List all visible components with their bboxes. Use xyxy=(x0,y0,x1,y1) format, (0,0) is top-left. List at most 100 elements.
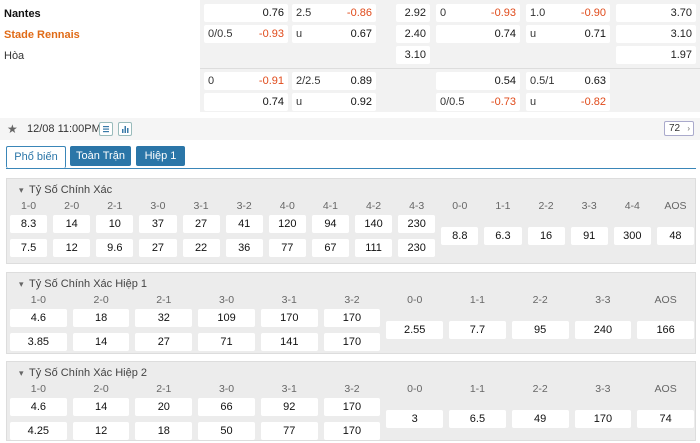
score-odds-cell[interactable]: 3.85 xyxy=(10,333,67,351)
score-odds-cell[interactable]: 18 xyxy=(72,309,130,327)
section-title[interactable]: ▾ Tỷ Số Chính Xác Hiệp 2 xyxy=(19,367,147,380)
score-odds-cell[interactable]: 4.25 xyxy=(10,422,67,440)
odds-cell[interactable]: u 0.92 xyxy=(292,93,376,111)
score-odds-cell[interactable]: 8.3 xyxy=(10,215,48,233)
score-odds-cell[interactable]: 230 xyxy=(398,215,436,233)
score-odds-cell[interactable]: 48 xyxy=(656,227,694,245)
score-odds-cell[interactable]: 120 xyxy=(268,215,306,233)
score-odds-cell[interactable]: 4.6 xyxy=(10,309,67,327)
score-odds-cell[interactable]: 36 xyxy=(225,239,263,257)
score-odds-cell[interactable]: 9.6 xyxy=(96,239,134,257)
correct-score-section: ▾ Tỷ Số Chính Xác Hiệp 1 1-0 2-0 2-1 3-0 3-1 3-… xyxy=(6,272,696,354)
score-odds-cell[interactable]: 170 xyxy=(323,422,381,440)
odds-value: 3.10 xyxy=(404,49,426,61)
score-odds-cell[interactable]: 170 xyxy=(323,309,381,327)
score-odds-cell[interactable]: 27 xyxy=(139,239,177,257)
score-odds-cell[interactable]: 14 xyxy=(53,215,91,233)
odds-cell[interactable]: 0/0.5 -0.73 xyxy=(436,93,520,111)
odds-cell[interactable]: 0.54 xyxy=(436,72,520,90)
score-odds-cell[interactable]: 67 xyxy=(311,239,349,257)
score-odds-cell[interactable]: 95 xyxy=(511,321,569,339)
score-odds-cell[interactable]: 2.55 xyxy=(386,321,444,339)
score-odds-cell[interactable]: 3 xyxy=(386,410,444,428)
section-title[interactable]: ▾ Tỷ Số Chính Xác Hiệp 1 xyxy=(19,278,147,291)
score-odds-cell[interactable]: 77 xyxy=(268,239,306,257)
score-odds-cell[interactable]: 27 xyxy=(182,215,220,233)
section-title[interactable]: ▾ Tỷ Số Chính Xác xyxy=(19,184,112,197)
score-odds-cell[interactable]: 170 xyxy=(323,333,381,351)
score-odds-cell[interactable]: 20 xyxy=(135,398,193,416)
score-odds-cell[interactable]: 230 xyxy=(398,239,436,257)
tab-2[interactable]: Hiệp 1 xyxy=(136,146,185,166)
odds-cell[interactable]: 3.10 xyxy=(396,46,430,64)
list-icon[interactable] xyxy=(99,122,113,136)
odds-cell[interactable]: 0 -0.93 xyxy=(436,4,520,22)
score-odds-cell[interactable]: 170 xyxy=(260,309,318,327)
odds-cell[interactable]: 1.97 xyxy=(616,46,696,64)
score-odds-cell[interactable]: 170 xyxy=(574,410,632,428)
score-odds-cell[interactable]: 14 xyxy=(72,333,130,351)
odds-cell[interactable]: 3.10 xyxy=(616,25,696,43)
score-odds-cell[interactable]: 109 xyxy=(198,309,255,327)
score-odds-cell[interactable]: 22 xyxy=(182,239,220,257)
score-odds-cell[interactable]: 10 xyxy=(96,215,134,233)
score-odds-cell[interactable]: 94 xyxy=(311,215,349,233)
odds-cell[interactable]: 2.40 xyxy=(396,25,430,43)
odds-cell[interactable]: u 0.67 xyxy=(292,25,376,43)
odds-cell[interactable]: 1.0 -0.90 xyxy=(526,4,610,22)
score-odds-cell[interactable]: 32 xyxy=(135,309,193,327)
score-odds-cell[interactable]: 4.6 xyxy=(10,398,67,416)
score-odds-cell[interactable]: 41 xyxy=(225,215,263,233)
score-odds-cell[interactable]: 8.8 xyxy=(441,227,479,245)
market-count-button[interactable]: 72 › xyxy=(664,121,694,136)
odds-value: 0.89 xyxy=(350,75,372,87)
odds-cell[interactable]: 2/2.5 0.89 xyxy=(292,72,376,90)
odds-cell[interactable]: 2.5 -0.86 xyxy=(292,4,376,22)
score-odds-cell[interactable]: 111 xyxy=(355,239,393,257)
star-icon[interactable]: ★ xyxy=(7,122,18,136)
odds-cell[interactable]: u 0.71 xyxy=(526,25,610,43)
chart-icon[interactable] xyxy=(118,122,132,136)
score-odds-cell[interactable]: 71 xyxy=(198,333,255,351)
score-odds-cell[interactable]: 66 xyxy=(198,398,255,416)
chevron-down-icon[interactable]: ▾ xyxy=(19,184,29,197)
score-odds-cell[interactable]: 166 xyxy=(637,321,694,339)
score-odds-cell[interactable]: 7.5 xyxy=(10,239,48,257)
score-odds-cell[interactable]: 16 xyxy=(527,227,565,245)
odds-cell[interactable]: u -0.82 xyxy=(526,93,610,111)
score-odds-cell[interactable]: 74 xyxy=(637,410,694,428)
away-team-name[interactable]: Stade Rennais xyxy=(4,28,80,42)
odds-cell[interactable]: 3.70 xyxy=(616,4,696,22)
score-odds-cell[interactable]: 77 xyxy=(260,422,318,440)
score-odds-cell[interactable]: 140 xyxy=(355,215,393,233)
score-odds-cell[interactable]: 300 xyxy=(613,227,651,245)
score-odds-cell[interactable]: 170 xyxy=(323,398,381,416)
score-odds-cell[interactable]: 7.7 xyxy=(449,321,506,339)
chevron-down-icon[interactable]: ▾ xyxy=(19,367,29,380)
score-odds-cell[interactable]: 240 xyxy=(574,321,632,339)
odds-cell[interactable]: 0.74 xyxy=(204,93,288,111)
score-odds-cell[interactable]: 6.3 xyxy=(484,227,522,245)
odds-cell[interactable]: 2.92 xyxy=(396,4,430,22)
odds-cell[interactable]: 0.5/1 0.63 xyxy=(526,72,610,90)
score-odds-cell[interactable]: 141 xyxy=(260,333,318,351)
score-odds-cell[interactable]: 50 xyxy=(198,422,255,440)
score-odds-cell[interactable]: 12 xyxy=(53,239,91,257)
score-odds-cell[interactable]: 92 xyxy=(260,398,318,416)
odds-cell[interactable]: 0.76 xyxy=(204,4,288,22)
score-odds-cell[interactable]: 91 xyxy=(570,227,608,245)
score-odds-cell[interactable]: 27 xyxy=(135,333,193,351)
odds-cell[interactable]: 0.74 xyxy=(436,25,520,43)
score-odds-cell[interactable]: 37 xyxy=(139,215,177,233)
score-odds-cell[interactable]: 18 xyxy=(135,422,193,440)
odds-cell[interactable]: 0 -0.91 xyxy=(204,72,288,90)
score-odds-cell[interactable]: 49 xyxy=(511,410,569,428)
home-team-name[interactable]: Nantes xyxy=(4,7,41,21)
tab-0[interactable]: Phổ biến xyxy=(6,146,66,168)
chevron-down-icon[interactable]: ▾ xyxy=(19,278,29,291)
odds-cell[interactable]: 0/0.5 -0.93 xyxy=(204,25,288,43)
score-odds-cell[interactable]: 6.5 xyxy=(449,410,506,428)
score-odds-cell[interactable]: 12 xyxy=(72,422,130,440)
score-odds-cell[interactable]: 14 xyxy=(72,398,130,416)
tab-1[interactable]: Toàn Trận xyxy=(70,146,131,166)
